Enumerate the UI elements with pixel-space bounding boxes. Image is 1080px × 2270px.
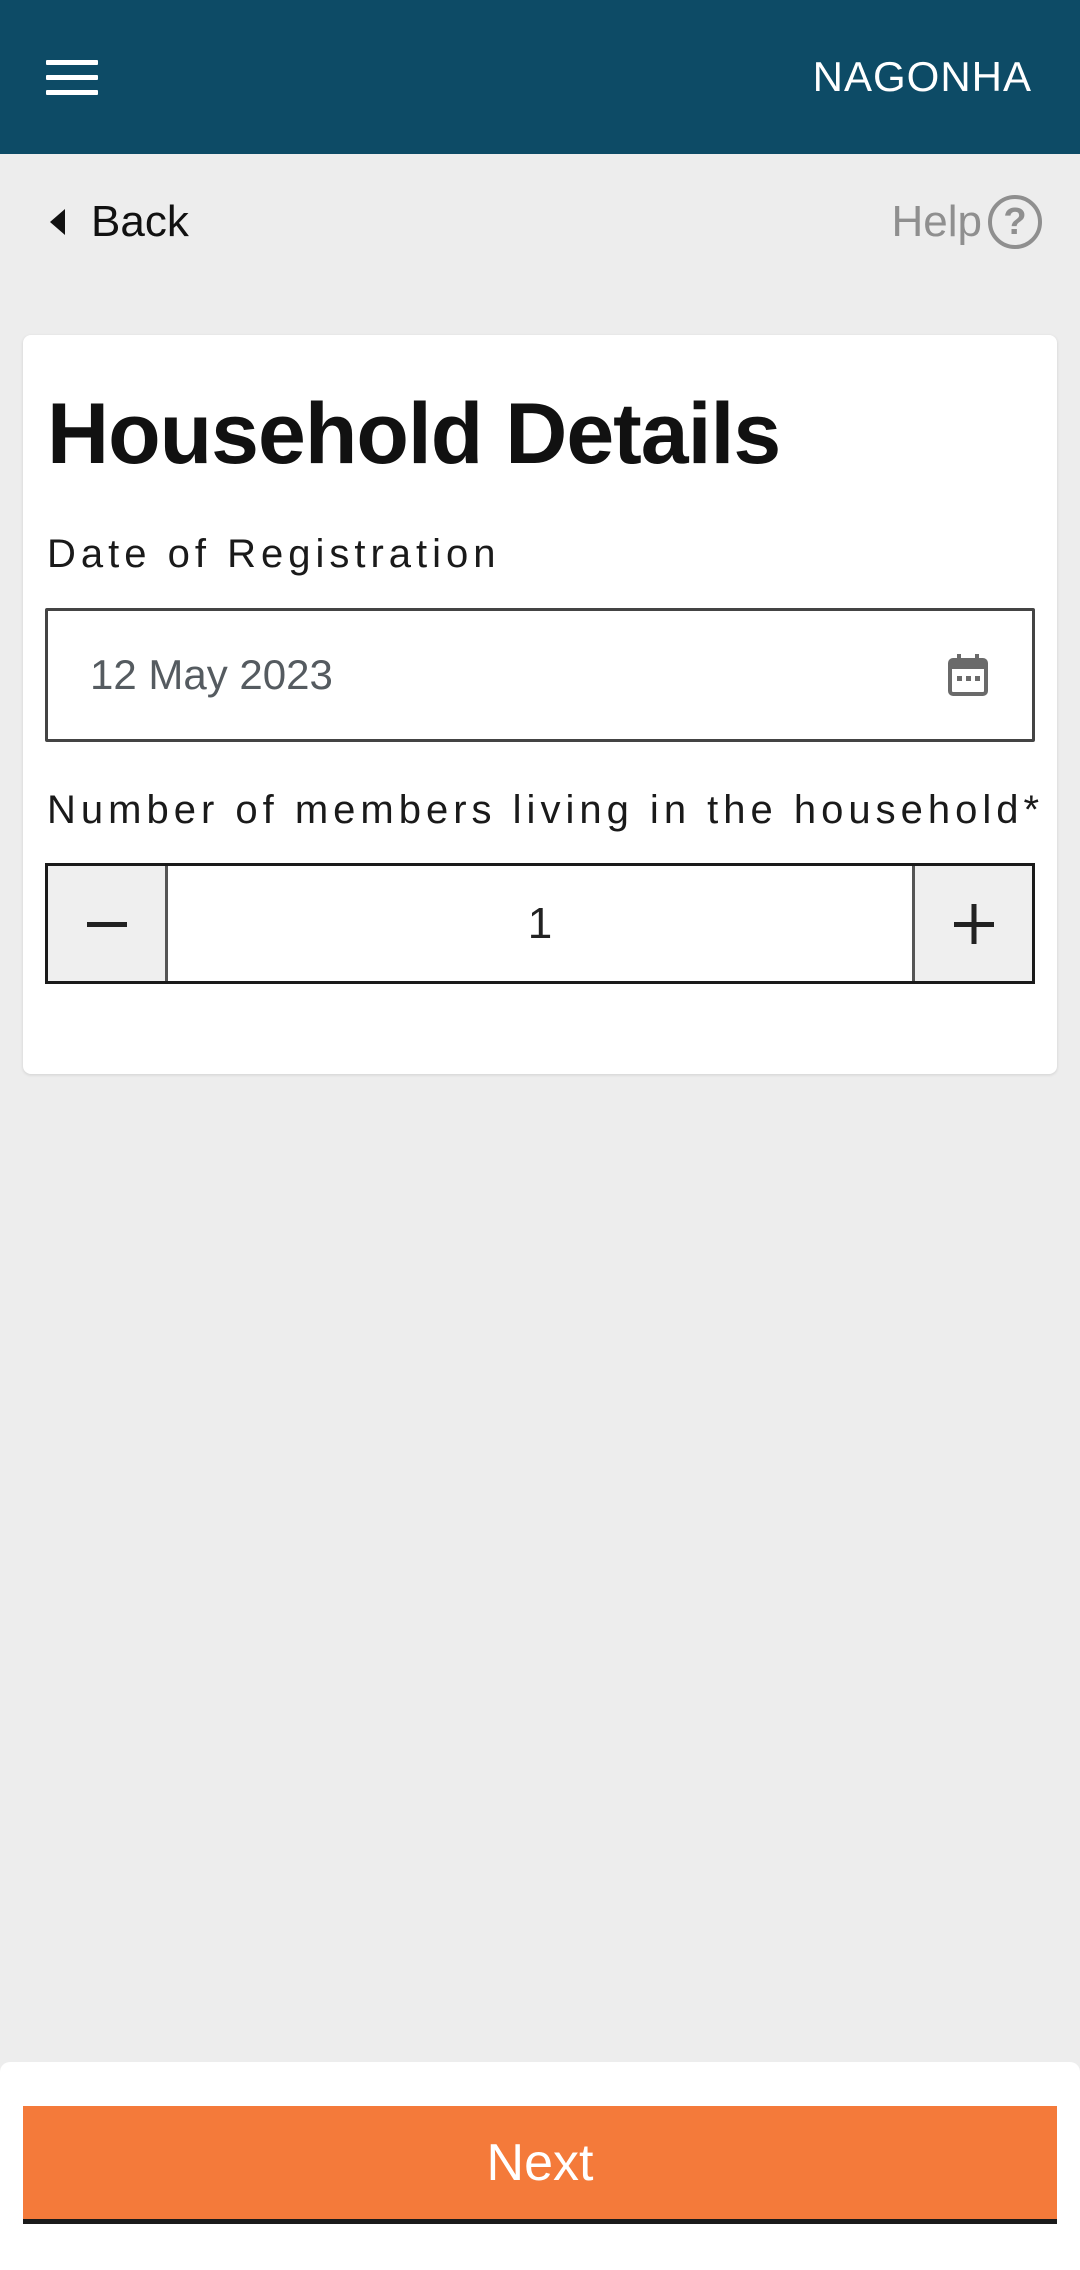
- app-brand: NAGONHA: [812, 53, 1032, 100]
- back-label: Back: [91, 197, 189, 246]
- help-button[interactable]: Help ?: [891, 195, 1042, 249]
- increment-button[interactable]: [912, 866, 1032, 981]
- household-members-stepper: 1: [45, 863, 1035, 984]
- bottom-action-bar: Next: [0, 2062, 1080, 2270]
- navigation-row: Back Help ?: [0, 154, 1080, 290]
- caret-left-icon: [50, 209, 65, 235]
- date-of-registration-field[interactable]: 12 May 2023: [45, 608, 1035, 742]
- next-button[interactable]: Next: [23, 2106, 1057, 2224]
- decrement-button[interactable]: [48, 866, 168, 981]
- page-title: Household Details: [47, 386, 781, 482]
- menu-line: [46, 74, 98, 80]
- date-of-registration-label: Date of Registration: [47, 532, 501, 576]
- household-members-label: Number of members living in the househol…: [47, 788, 1045, 832]
- help-label: Help: [891, 197, 983, 246]
- hamburger-icon[interactable]: [46, 47, 106, 107]
- help-circle-icon: ?: [988, 195, 1042, 249]
- calendar-icon[interactable]: [948, 654, 988, 696]
- date-value: 12 May 2023: [90, 651, 333, 698]
- app-bar: NAGONHA: [0, 0, 1080, 154]
- help-icon-glyph: ?: [1003, 201, 1027, 243]
- minus-icon: [86, 921, 127, 927]
- members-count-input[interactable]: 1: [168, 866, 912, 981]
- app-screen: NAGONHA Back Help ? Household Details Da…: [0, 0, 1080, 2270]
- back-button[interactable]: Back: [50, 197, 189, 247]
- plus-icon: [953, 903, 994, 944]
- household-details-card: Household Details Date of Registration 1…: [23, 335, 1057, 1074]
- menu-line: [46, 59, 98, 65]
- menu-line: [46, 89, 98, 95]
